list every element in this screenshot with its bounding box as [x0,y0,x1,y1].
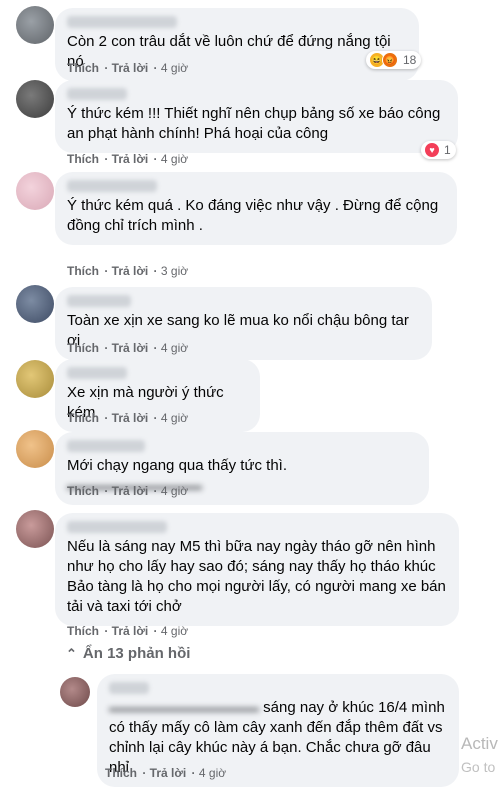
author-name-blurred[interactable] [67,295,131,307]
reply-link[interactable]: Trả lời [112,341,149,355]
comment-actions: Thích · Trả lời · 3 giờ [67,264,189,278]
like-link[interactable]: Thích [67,264,99,278]
comment-actions: Thích · Trả lời · 4 giờ [67,341,189,355]
reaction-badge[interactable]: ♥ 1 [421,141,456,159]
timestamp[interactable]: 4 giờ [199,766,226,780]
like-link[interactable]: Thích [67,61,99,75]
reply-link[interactable]: Trả lời [112,264,149,278]
activation-watermark-sub: Go to [461,759,496,775]
comment-actions: Thích · Trả lời · 4 giờ [67,152,189,166]
heart-icon: ♥ [424,142,440,158]
reaction-badge[interactable]: 😆 😡 18 [366,51,422,69]
timestamp[interactable]: 4 giờ [161,624,188,638]
reply-link[interactable]: Trả lời [112,624,149,638]
like-link[interactable]: Thích [105,766,137,780]
comment-actions: Thích · Trả lời · 4 giờ [67,624,189,638]
like-link[interactable]: Thích [67,152,99,166]
activation-watermark: Activ [461,734,498,753]
blurred-mention: ▬▬▬▬▬▬▬▬▬▬ [109,699,259,716]
like-link[interactable]: Thích [67,411,99,425]
reply-link[interactable]: Trả lời [112,411,149,425]
avatar[interactable] [16,360,54,398]
comment-text: Nếu là sáng nay M5 thì bữa nay ngày tháo… [67,538,451,615]
hide-replies-label: Ẩn 13 phản hồi [82,645,191,662]
reply-link[interactable]: Trả lời [112,484,149,498]
like-link[interactable]: Thích [67,624,99,638]
avatar[interactable] [16,510,54,548]
like-link[interactable]: Thích [67,341,99,355]
timestamp[interactable]: 4 giờ [161,341,188,355]
comment-actions: Thích · Trả lời · 4 giờ [67,61,189,75]
reaction-count: 18 [403,53,417,67]
avatar[interactable] [16,430,54,468]
chevron-up-icon: ⌃ [66,646,77,661]
comment-actions: Thích · Trả lời · 4 giờ [67,411,189,425]
reply-link[interactable]: Trả lời [112,152,149,166]
avatar[interactable] [16,285,54,323]
timestamp[interactable]: 4 giờ [161,61,188,75]
avatar[interactable] [60,677,90,707]
timestamp[interactable]: 4 giờ [161,152,188,166]
comment-bubble: Ý thức kém !!! Thiết nghĩ nên chụp bảng … [55,80,458,153]
hide-replies-toggle[interactable]: ⌃ Ẩn 13 phản hồi [66,645,190,662]
author-name-blurred[interactable] [67,440,145,452]
comment-actions: Thích · Trả lời · 4 giờ [67,484,189,498]
author-name-blurred[interactable] [67,16,177,28]
timestamp[interactable]: 4 giờ [161,411,188,425]
reaction-count: 1 [444,143,451,157]
comment-actions: Thích · Trả lời · 4 giờ [105,766,227,780]
timestamp[interactable]: 4 giờ [161,484,188,498]
avatar[interactable] [16,80,54,118]
comment-text: Ý thức kém !!! Thiết nghĩ nên chụp bảng … [67,105,445,142]
comment-bubble: Nếu là sáng nay M5 thì bữa nay ngày tháo… [55,513,459,626]
comment-bubble: Ý thức kém quá . Ko đáng việc như vậy . … [55,172,457,245]
author-name-blurred[interactable] [109,682,149,694]
author-name-blurred[interactable] [67,521,167,533]
comment-text-visible: Mới chạy ngang qua thấy tức thì. [67,457,287,474]
comment-text: Ý thức kém quá . Ko đáng việc như vậy . … [67,197,443,234]
timestamp[interactable]: 3 giờ [161,264,188,278]
author-name-blurred[interactable] [67,367,127,379]
like-link[interactable]: Thích [67,484,99,498]
angry-icon: 😡 [382,52,398,68]
reply-link[interactable]: Trả lời [112,61,149,75]
avatar[interactable] [16,6,54,44]
avatar[interactable] [16,172,54,210]
author-name-blurred[interactable] [67,180,157,192]
author-name-blurred[interactable] [67,88,127,100]
reply-link[interactable]: Trả lời [150,766,187,780]
